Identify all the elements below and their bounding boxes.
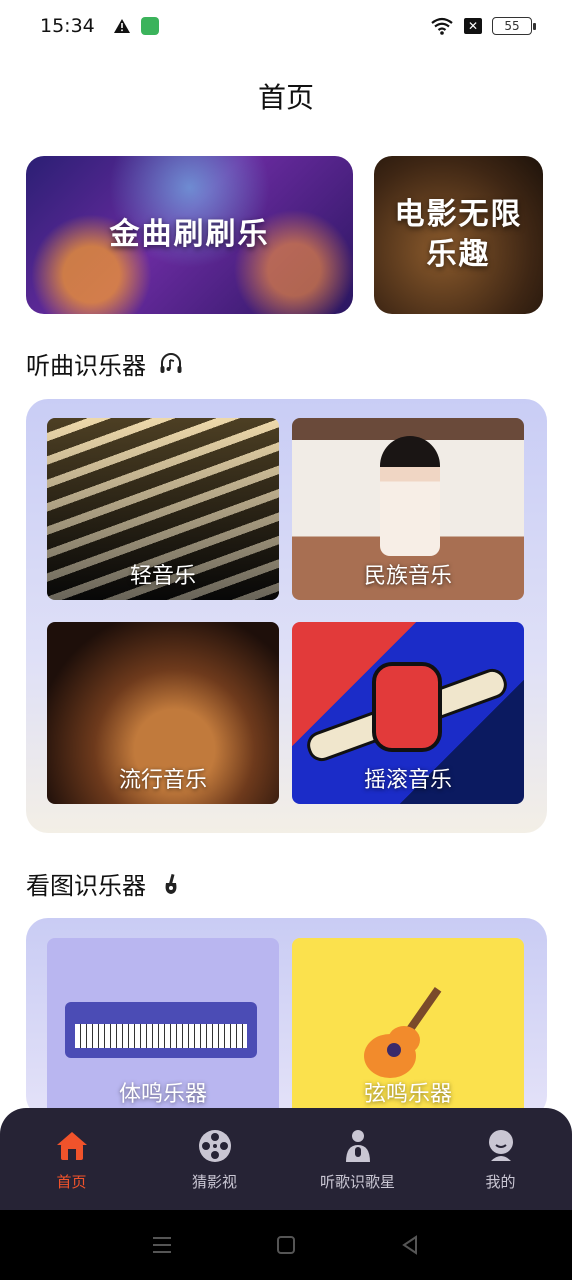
keyboard-illustration xyxy=(65,1002,257,1058)
tab-label: 我的 xyxy=(485,1172,516,1191)
app-notification-icon xyxy=(140,17,159,35)
tab-mine[interactable]: 我的 xyxy=(429,1108,572,1210)
tab-label: 猜影视 xyxy=(191,1172,237,1191)
headphone-note-icon xyxy=(160,352,182,373)
tab-label: 首页 xyxy=(56,1172,87,1191)
tile-label: 摇滚音乐 xyxy=(363,768,452,793)
section-listen-header: 听曲识乐器 xyxy=(26,346,184,381)
status-time: 15:34 xyxy=(40,15,95,37)
tile-label: 流行音乐 xyxy=(118,768,207,793)
tab-guess-film[interactable]: 猜影视 xyxy=(143,1108,286,1210)
singer-mic-icon xyxy=(345,1129,370,1162)
tab-guess-singer[interactable]: 听歌识歌星 xyxy=(286,1108,429,1210)
banner-label: 电影无限 乐趣 xyxy=(394,196,523,273)
tile-label: 轻音乐 xyxy=(129,564,196,589)
tile-chordophone[interactable]: 弦鸣乐器 xyxy=(292,938,524,1118)
menu-icon[interactable] xyxy=(150,1233,174,1257)
status-right-icons: ✕ 55 xyxy=(430,17,536,35)
tab-home[interactable]: 首页 xyxy=(0,1108,143,1210)
system-nav-bar xyxy=(0,1210,572,1280)
banner-golden-hits[interactable]: 金曲刷刷乐 xyxy=(26,156,353,314)
wifi-icon xyxy=(431,17,453,35)
tile-light-music[interactable]: 轻音乐 xyxy=(47,418,279,600)
guitar-pick-icon xyxy=(165,873,177,894)
film-reel-icon xyxy=(198,1129,231,1162)
section-title: 听曲识乐器 xyxy=(26,352,146,380)
home-square-icon[interactable] xyxy=(274,1233,298,1257)
profile-icon xyxy=(488,1129,513,1161)
tile-label: 弦鸣乐器 xyxy=(363,1082,452,1107)
status-bar: 15:34 ✕ 55 xyxy=(0,0,572,52)
tab-label: 听歌识歌星 xyxy=(319,1172,395,1191)
tile-pop-music[interactable]: 流行音乐 xyxy=(47,622,279,804)
tile-rock-music[interactable]: 摇滚音乐 xyxy=(292,622,524,804)
tile-label: 民族音乐 xyxy=(363,564,452,589)
guitar-illustration xyxy=(364,987,442,1078)
tile-idiophone[interactable]: 体鸣乐器 xyxy=(47,938,279,1118)
warning-icon xyxy=(113,19,130,33)
banner-movie-fun[interactable]: 电影无限 乐趣 xyxy=(374,156,543,314)
page-title: 首页 xyxy=(257,81,314,114)
home-icon xyxy=(56,1131,87,1160)
bottom-tab-bar: 首页 猜影视 听歌识歌星 我的 xyxy=(0,1108,572,1210)
section-title: 看图识乐器 xyxy=(26,872,146,900)
tile-label: 体鸣乐器 xyxy=(118,1082,207,1107)
status-notification-icons xyxy=(113,17,159,35)
sim-off-icon: ✕ xyxy=(464,18,482,34)
battery-icon: 55 xyxy=(492,17,536,35)
banner-label: 金曲刷刷乐 xyxy=(109,216,270,252)
back-icon[interactable] xyxy=(398,1233,422,1257)
section-image-header: 看图识乐器 xyxy=(26,866,184,901)
tile-folk-music[interactable]: 民族音乐 xyxy=(292,418,524,600)
